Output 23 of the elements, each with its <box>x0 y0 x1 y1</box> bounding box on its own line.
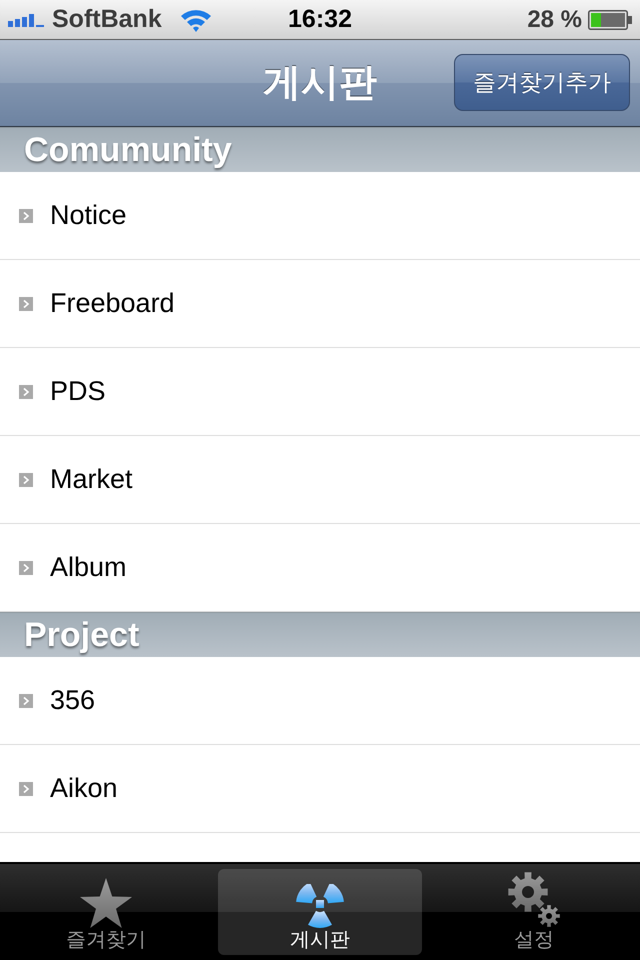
signal-icon <box>8 12 46 26</box>
chevron-icon <box>19 782 33 796</box>
carrier-name: SoftBank <box>52 7 162 32</box>
gear-icon <box>508 872 560 928</box>
radiation-icon <box>296 884 344 928</box>
tab-item[interactable]: 설정 <box>432 869 636 955</box>
nav-title: 게시판 <box>263 60 377 106</box>
battery-icon <box>588 10 632 30</box>
add-favorite-button[interactable]: 즐겨찾기추가 <box>454 54 630 111</box>
chevron-icon <box>19 694 33 708</box>
section-header: Comumunity <box>0 127 640 172</box>
wifi-icon <box>180 8 212 32</box>
tab-item[interactable]: 게시판 <box>218 869 422 955</box>
chevron-icon <box>19 384 33 398</box>
chevron-icon <box>19 472 33 486</box>
chevron-icon <box>19 296 33 310</box>
tab-item[interactable]: 즐겨찾기 <box>4 869 208 955</box>
chevron-icon <box>19 560 33 574</box>
star-icon <box>80 878 132 928</box>
clock-time: 16:32 <box>288 7 352 32</box>
battery-percent: 28 % <box>527 8 582 32</box>
chevron-icon <box>19 208 33 222</box>
section-header: Project <box>0 612 640 657</box>
